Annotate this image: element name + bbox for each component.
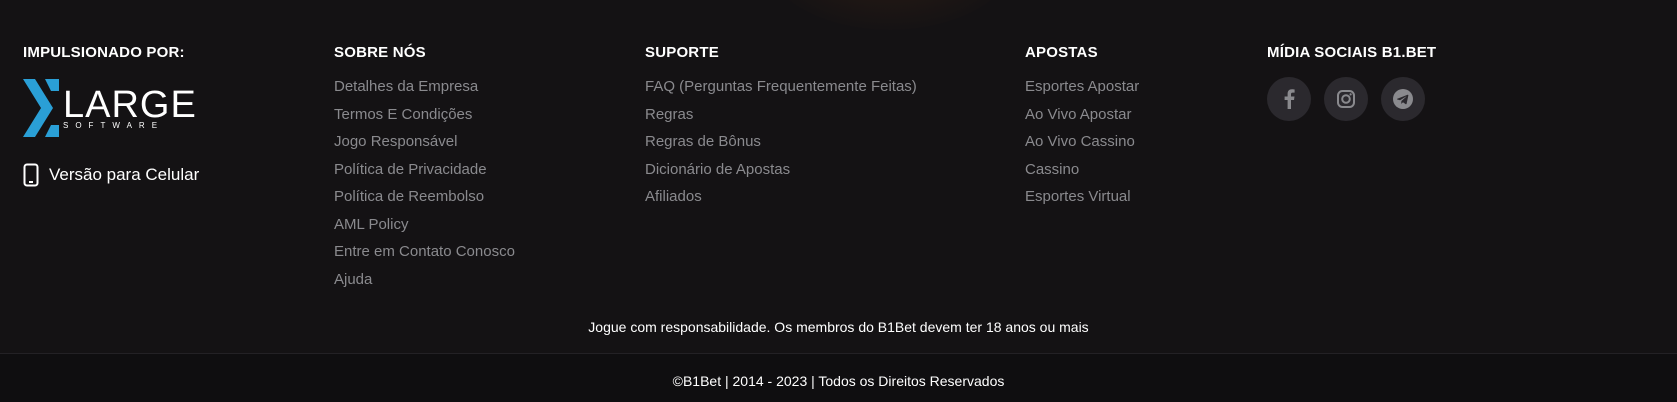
xlarge-x-icon [23,79,59,137]
facebook-icon [1284,89,1295,109]
about-link-company-details[interactable]: Detalhes da Empresa [334,79,515,107]
about-link-aml-policy[interactable]: AML Policy [334,216,515,245]
support-heading: SUPORTE [645,44,719,61]
about-link-contact[interactable]: Entre em Contato Conosco [334,244,515,272]
about-link-privacy-policy[interactable]: Política de Privacidade [334,161,515,190]
logo-wordmark: LARGE [63,84,197,126]
telegram-icon [1393,89,1413,109]
support-link-bonus-rules[interactable]: Regras de Bônus [645,134,917,162]
mobile-version-label: Versão para Celular [49,165,200,184]
about-link-terms[interactable]: Termos E Condições [334,106,515,135]
bets-link-live-casino[interactable]: Ao Vivo Cassino [1025,134,1139,162]
support-section: SUPORTE FAQ (Perguntas Frequentemente Fe… [645,44,917,217]
bets-link-casino[interactable]: Cassino [1025,161,1139,190]
social-heading: MÍDIA SOCIAIS B1.BET [1267,44,1437,61]
bets-heading: APOSTAS [1025,44,1098,61]
instagram-button[interactable] [1324,77,1368,121]
telegram-button[interactable] [1381,77,1425,121]
about-heading: SOBRE NÓS [334,44,426,61]
about-section: SOBRE NÓS Detalhes da Empresa Termos E C… [334,44,515,299]
xlarge-logo[interactable]: LARGE SOFTWARE [23,79,199,137]
support-link-affiliates[interactable]: Afiliados [645,189,917,217]
instagram-icon [1337,90,1355,108]
bets-link-sports[interactable]: Esportes Apostar [1025,79,1139,107]
facebook-button[interactable] [1267,77,1311,121]
support-link-faq[interactable]: FAQ (Perguntas Frequentemente Feitas) [645,79,917,107]
about-link-help[interactable]: Ajuda [334,271,515,300]
about-link-responsible-gaming[interactable]: Jogo Responsável [334,134,515,162]
bets-link-virtual-sports[interactable]: Esportes Virtual [1025,189,1139,217]
smartphone-icon [23,163,39,187]
support-link-betting-dictionary[interactable]: Dicionário de Apostas [645,161,917,190]
background-glow [760,0,1020,30]
mobile-version-link[interactable]: Versão para Celular [23,163,199,187]
responsible-gaming-notice: Jogue com responsabilidade. Os membros d… [588,319,1089,335]
copyright-text: ©B1Bet | 2014 - 2023 | Todos os Direitos… [672,373,1005,389]
bets-section: APOSTAS Esportes Apostar Ao Vivo Apostar… [1025,44,1139,217]
social-section: MÍDIA SOCIAIS B1.BET [1267,44,1436,121]
powered-by-heading: IMPULSIONADO POR: [23,44,185,61]
bets-link-live-sports[interactable]: Ao Vivo Apostar [1025,106,1139,135]
powered-by-section: IMPULSIONADO POR: LARGE SOFTWARE Versão … [23,44,199,187]
support-link-rules[interactable]: Regras [645,106,917,135]
about-link-refund-policy[interactable]: Política de Reembolso [334,189,515,217]
